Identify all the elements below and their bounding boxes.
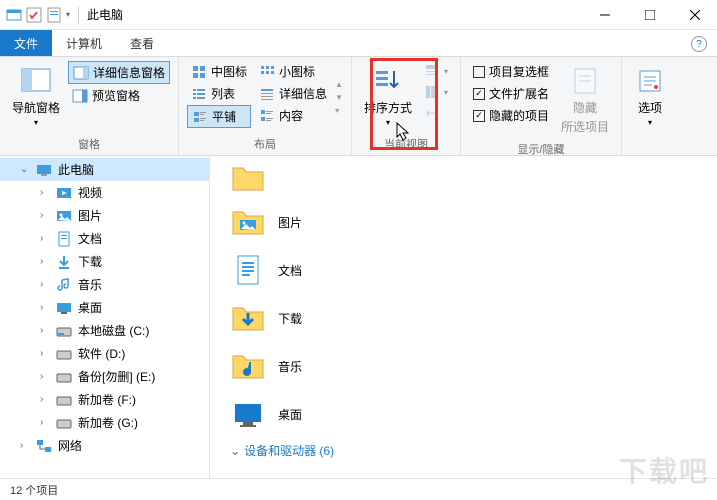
tree-local-f[interactable]: ›新加卷 (F:) (0, 388, 209, 411)
content-button[interactable]: 内容 (255, 105, 331, 126)
file-item-desktop[interactable]: 桌面 (210, 390, 717, 438)
item-count: 12 个项目 (10, 482, 58, 498)
tree-this-pc[interactable]: ⌄此电脑 (0, 158, 209, 181)
sort-by-button[interactable]: 排序方式 ▾ (360, 61, 416, 134)
ribbon-group-options: 选项 ▾ (622, 57, 678, 155)
scroll-down-icon[interactable]: ▼ (335, 93, 343, 102)
properties-icon[interactable] (46, 7, 62, 23)
details-button[interactable]: 详细信息 (255, 83, 331, 104)
item-checkboxes-toggle[interactable]: 项目复选框 (469, 61, 553, 82)
tree-downloads[interactable]: ›下载 (0, 250, 209, 273)
add-columns-button[interactable]: ▾ (420, 82, 452, 102)
ribbon-group-layout: 中图标 列表 平铺 小图标 详细信息 内容 ▲ ▼ ▾ 布局 (179, 57, 352, 155)
group-label-layout: 布局 (254, 134, 276, 155)
chevron-down-icon: ▾ (34, 118, 38, 127)
file-item-pictures[interactable]: 图片 (210, 198, 717, 246)
qat-dropdown-icon[interactable]: ▾ (66, 10, 70, 19)
ribbon-group-panes: 导航窗格 ▾ 详细信息窗格 预览窗格 窗格 (0, 57, 179, 155)
check-icon[interactable] (26, 7, 42, 23)
size-columns-button[interactable] (420, 103, 452, 123)
statusbar: 12 个项目 (0, 478, 717, 500)
nav-tree[interactable]: ⌄此电脑 ›视频 ›图片 ›文档 ›下载 ›音乐 ›桌面 ›本地磁盘 (C:) … (0, 156, 210, 478)
help-icon[interactable]: ? (691, 36, 707, 52)
group-label-current-view: 当前视图 (384, 134, 428, 155)
tabbar: 文件 计算机 查看 ? (0, 30, 717, 56)
tree-local-c[interactable]: ›本地磁盘 (C:) (0, 319, 209, 342)
tree-music[interactable]: ›音乐 (0, 273, 209, 296)
sort-by-label: 排序方式 (364, 99, 412, 116)
ribbon-group-current-view: 排序方式 ▾ ▾ ▾ 当前视图 (352, 57, 461, 155)
tab-file[interactable]: 文件 (0, 30, 52, 56)
tree-network[interactable]: ›网络 (0, 434, 209, 457)
section-devices[interactable]: ⌄设备和驱动器 (6) (210, 438, 717, 463)
tab-view[interactable]: 查看 (116, 30, 168, 56)
tree-local-d[interactable]: ›软件 (D:) (0, 342, 209, 365)
list-button[interactable]: 列表 (187, 83, 251, 104)
tree-local-g[interactable]: ›新加卷 (G:) (0, 411, 209, 434)
hidden-items-toggle[interactable]: ✓隐藏的项目 (469, 105, 553, 126)
ribbon: 导航窗格 ▾ 详细信息窗格 预览窗格 窗格 中图标 列表 平铺 (0, 56, 717, 156)
app-icon (6, 7, 22, 23)
close-button[interactable] (672, 0, 717, 30)
tree-videos[interactable]: ›视频 (0, 181, 209, 204)
scroll-up-icon[interactable]: ▲ (335, 80, 343, 89)
preview-pane-button[interactable]: 预览窗格 (68, 85, 170, 106)
nav-pane-button[interactable]: 导航窗格 ▾ (8, 61, 64, 134)
chevron-down-icon: ▾ (648, 118, 652, 127)
minimize-button[interactable] (582, 0, 627, 30)
options-button[interactable]: 选项 ▾ (630, 61, 670, 138)
tab-computer[interactable]: 计算机 (52, 30, 116, 56)
chevron-down-icon: ▾ (386, 118, 390, 127)
tiles-button[interactable]: 平铺 (187, 105, 251, 128)
medium-icons-button[interactable]: 中图标 (187, 61, 251, 82)
file-item-documents[interactable]: 文档 (210, 246, 717, 294)
tree-desktop[interactable]: ›桌面 (0, 296, 209, 319)
titlebar: ▾ 此电脑 (0, 0, 717, 30)
group-label-panes: 窗格 (78, 134, 100, 155)
nav-pane-label: 导航窗格 (12, 99, 60, 116)
group-by-button[interactable]: ▾ (420, 61, 452, 81)
ribbon-group-show-hide: 项目复选框 ✓文件扩展名 ✓隐藏的项目 隐藏 所选项目 显示/隐藏 (461, 57, 622, 155)
file-item-downloads[interactable]: 下载 (210, 294, 717, 342)
hide-selected-button[interactable]: 隐藏 所选项目 (557, 61, 613, 139)
file-item-music[interactable]: 音乐 (210, 342, 717, 390)
detail-pane-button[interactable]: 详细信息窗格 (68, 61, 170, 84)
tree-pictures[interactable]: ›图片 (0, 204, 209, 227)
file-list[interactable]: 图片 文档 下载 音乐 桌面 ⌄设备和驱动器 (6) (210, 156, 717, 478)
file-item[interactable] (210, 160, 717, 198)
expand-icon[interactable]: ▾ (335, 106, 343, 115)
tree-documents[interactable]: ›文档 (0, 227, 209, 250)
small-icons-button[interactable]: 小图标 (255, 61, 331, 82)
window-title: 此电脑 (87, 6, 123, 23)
maximize-button[interactable] (627, 0, 672, 30)
tree-local-e[interactable]: ›备份[勿删] (E:) (0, 365, 209, 388)
file-ext-toggle[interactable]: ✓文件扩展名 (469, 83, 553, 104)
